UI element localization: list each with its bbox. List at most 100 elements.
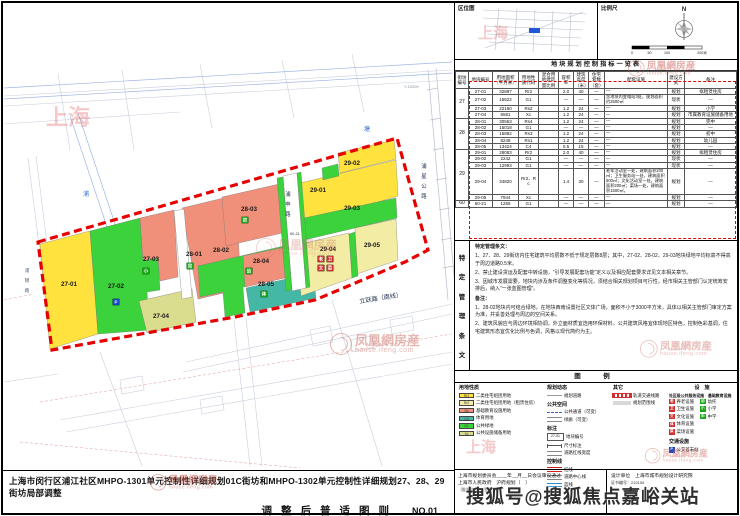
小学-icon: 小 — [700, 406, 706, 412]
legend-item: 老养老设施 — [669, 399, 694, 405]
location-mini-map — [455, 2, 596, 58]
indicator-table-grid: 街坊编号地块编号用地面积（平方米）用地性质代码混合用地建筑量比例容积率建筑高度（… — [455, 71, 737, 208]
svg-text:50: 50 — [648, 51, 652, 55]
cell-mode: 规划 — [668, 169, 685, 195]
svg-text:初: 初 — [243, 217, 248, 224]
svg-text:体: 体 — [262, 291, 267, 298]
river-label: 塘 — [364, 125, 370, 133]
parcel-label: 27-02 — [108, 283, 125, 290]
legend-item: 菜菜场设施 — [669, 429, 694, 435]
bus-terminal-icon: P — [669, 447, 675, 453]
design-unit: 设计单位 上海市城市规划设计研究院 证书编号：210155 — [607, 470, 737, 513]
parcel-label: 28-01 — [186, 251, 203, 258]
cell-units: — — [589, 169, 605, 195]
approval-line3: （批准文号） 签发日期： — [458, 487, 603, 493]
legend-item: 体体育设施 — [669, 421, 694, 427]
parcel-label: 29-03 — [344, 205, 361, 212]
parcel-label: 28-05 — [258, 281, 275, 288]
legend-symbol — [613, 394, 631, 397]
legend-facilities: 设 施社区级公共服务设施基础教育设施老养老设施卫卫生设施文文化设施体体育设施菜菜… — [669, 382, 735, 455]
landuse-swatch: Rr2 — [459, 393, 474, 399]
provisions-text: 特定管理条文：1、27、28、29街坊内住宅建筑平均层数不低于规定层数8层；其中… — [470, 241, 737, 370]
plan-title: 上海市闵行区浦江社区MHPO-1301单元控制性详细规划01C街坊和MHPO-1… — [9, 475, 448, 499]
sheet-subtitle: 调整后普适图则 — [261, 503, 398, 516]
road-label: 路 — [25, 287, 30, 294]
legend-symbol — [613, 401, 631, 405]
location-inset-label: 区位图 — [458, 4, 475, 12]
north-letter: N — [682, 7, 686, 13]
side-label-char: 条 — [459, 330, 466, 340]
cell-code: G1 — [519, 95, 539, 106]
legend-item: 尺寸标注 — [547, 443, 611, 449]
approval-line1: 上海市规划委员会____年__月__日会议审议通过 — [458, 473, 603, 480]
parcel-label: 29-05 — [364, 242, 381, 249]
legend-item: 规划道路 — [547, 393, 611, 399]
legend-section-header: 其它 — [613, 384, 669, 391]
table-row: 29-0434820Rr2、Rc 1.430—老年活动室一处，建筑面积200㎡；卫… — [456, 169, 737, 195]
provision-paragraph: 备注： — [475, 296, 732, 303]
legend-symbol — [547, 445, 562, 446]
road-label: 公 — [421, 184, 427, 190]
cell-mix — [539, 95, 559, 106]
parcel-label: 27-01 — [61, 281, 78, 288]
legend-item: 中中学 — [700, 414, 716, 420]
cell-id: 27-02 — [469, 95, 493, 106]
legend-section-header: 公共空间 — [547, 401, 611, 408]
cell-area: 15622 — [493, 95, 519, 106]
cell-remark: — — [685, 95, 737, 106]
legend-section-header: 交通设施 — [669, 438, 735, 445]
文化设施-icon: 文 — [669, 414, 675, 420]
cell-area: 1255 — [493, 201, 519, 208]
provision-paragraph: 3、因城市发展需要，地块内涉及条件调整变化等情况，须结合相关规划项目可行性，经市… — [475, 279, 732, 294]
north-arrow: N 0 50 100 200米 — [598, 2, 735, 58]
cell-id: 29-04 — [469, 169, 493, 195]
col-header-6: 建筑高度（米） — [574, 72, 589, 89]
approval-left: 上海市规划委员会____年__月__日会议审议通过 上海市人民政府 沪府规划〔 … — [455, 470, 607, 513]
svg-text:0: 0 — [631, 51, 633, 55]
landuse-swatch: Xc — [459, 431, 474, 437]
legend-others: 其它轨道交通线路规划范围线 — [613, 382, 669, 408]
cell-mode: 规划 — [668, 201, 685, 208]
landuse-swatch: Rr2 — [459, 400, 474, 406]
cell-mix — [539, 169, 559, 195]
cell-area: 34820 — [493, 169, 519, 195]
legend-symbol — [547, 412, 562, 413]
col-header-3: 用地性质代码 — [519, 72, 539, 89]
grid-coordinate-label: Y-10000 — [404, 84, 420, 89]
legend-symbol: 27-01 — [547, 433, 564, 441]
info-panel: 区位图 比例尺 N — [454, 2, 738, 513]
landuse-swatch: Rs — [459, 408, 474, 414]
cell-h: 30 — [574, 169, 589, 195]
legend-item: 绿廊（可变） — [547, 417, 611, 423]
scale-bar: 0 50 100 200米 — [631, 46, 707, 55]
designer-name: 上海市城市规划设计研究院 — [635, 474, 693, 479]
卫生设施-icon: 卫 — [669, 406, 675, 412]
provision-paragraph: 1、27、28、29街坊内住宅建筑平均层数不低于规定层数8层；其中，27-02、… — [475, 253, 732, 268]
cell-far: 1.4 — [559, 169, 574, 195]
legend-item: 小小学 — [700, 406, 716, 412]
road-label: 浦 — [421, 162, 427, 170]
中学-icon: 中 — [700, 414, 706, 420]
legend-item: C4体育用地 — [459, 415, 543, 421]
legend-item: 规划范围线 — [613, 400, 669, 406]
parcel-label: 29-02 — [344, 160, 361, 167]
legend-landuse: 用地性质Rr2二类住宅组团用地Rr2二类住宅组团用地（租赁住房）Rs基础教育设施… — [459, 382, 543, 438]
legend-item: G1公共绿地 — [459, 423, 543, 429]
approval-block: 上海市规划委员会____年__月__日会议审议通过 上海市人民政府 沪府规划〔 … — [455, 470, 737, 513]
svg-text:老: 老 — [319, 256, 324, 263]
cell-fac: 老年活动室一处，建筑面积200㎡；卫生服务站一处，建筑面积500㎡；文化活动室一… — [605, 169, 668, 195]
legend-item: 轨道交通线路 — [613, 393, 669, 399]
养老设施-icon: 老 — [669, 399, 675, 405]
legend-item: 幼幼托 — [700, 399, 716, 405]
designer-label: 设计单位 — [611, 474, 630, 479]
side-label-char: 文 — [459, 349, 466, 359]
cell-code: Rr2、Rc — [519, 169, 539, 195]
legend-section-header: 标注 — [547, 425, 611, 432]
svg-text:幼: 幼 — [247, 268, 252, 275]
col-header-0: 街坊编号 — [456, 72, 469, 89]
col-header-7: 住宅套数（套） — [589, 72, 605, 89]
block-number: 27 — [456, 88, 469, 118]
side-label-char: 理 — [459, 310, 466, 320]
legend-section-header: 设 施 — [669, 384, 735, 391]
体育设施-icon: 体 — [669, 422, 675, 428]
